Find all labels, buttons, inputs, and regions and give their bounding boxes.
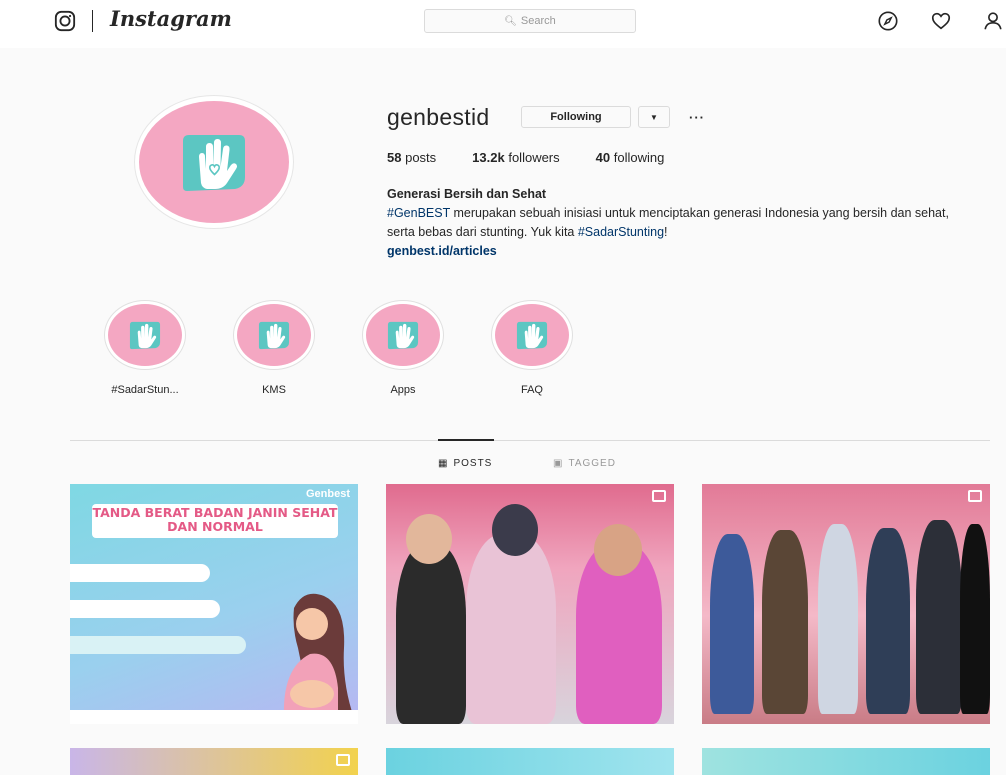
post-brand-label: Genbest — [305, 488, 350, 500]
bio-hashtag-genbest[interactable]: #GenBEST — [387, 206, 450, 220]
highlight-ring — [233, 300, 315, 370]
grid-icon: ▦ — [438, 458, 449, 469]
post-tile[interactable] — [386, 484, 674, 724]
post-title-text: TANDA BERAT BADAN JANIN SEHAT DAN NORMAL — [92, 505, 338, 534]
post-tile[interactable] — [386, 748, 674, 775]
tab-posts[interactable]: ▦ POSTS — [438, 458, 492, 469]
highlight-ring — [104, 300, 186, 370]
followers-label: followers — [508, 150, 560, 165]
profile-bio: Generasi Bersih dan Sehat #GenBEST merup… — [387, 185, 977, 261]
genbest-hand-logo-icon — [129, 321, 161, 350]
logo-divider — [92, 10, 93, 32]
compass-icon[interactable] — [877, 10, 899, 32]
suggested-accounts-dropdown-button[interactable]: ▼ — [638, 106, 670, 128]
genbest-hand-logo-icon — [387, 321, 419, 350]
heart-icon[interactable] — [930, 10, 952, 32]
highlight-label: KMS — [262, 384, 286, 396]
video-icon — [968, 490, 982, 502]
photo-figure — [916, 520, 962, 714]
more-options-button[interactable]: ··· — [684, 106, 710, 128]
tab-tagged[interactable]: ▣ TAGGED — [553, 458, 616, 469]
pregnant-woman-illustration — [283, 593, 354, 718]
video-icon — [652, 490, 666, 502]
highlight-cover — [237, 304, 311, 366]
info-banner — [70, 636, 246, 654]
bio-website-link[interactable]: genbest.id/articles — [387, 242, 977, 261]
highlight-cover — [108, 304, 182, 366]
highlight-label: FAQ — [520, 384, 543, 396]
post-tile[interactable] — [70, 748, 358, 775]
bio-hashtag-sadarstunting[interactable]: #SadarStunting — [578, 225, 664, 239]
search-icon: 🔍︎ — [504, 15, 517, 27]
search-placeholder: Search — [520, 15, 556, 27]
following-label: following — [613, 150, 665, 165]
active-tab-indicator — [438, 439, 494, 441]
post-tile[interactable] — [702, 748, 990, 775]
story-highlights: #SadarStun... KMS Apps FAQ — [104, 300, 573, 396]
photo-figure — [710, 534, 754, 714]
highlight-ring — [491, 300, 573, 370]
caret-down-icon: ▼ — [650, 112, 658, 122]
genbest-hand-logo-icon — [516, 321, 548, 350]
bio-text-end: ! — [664, 225, 668, 239]
genbest-hand-logo-icon — [183, 135, 245, 191]
highlight-sadarstunting[interactable]: #SadarStun... — [104, 300, 186, 396]
avatar-image — [139, 101, 289, 223]
person-icon[interactable] — [982, 10, 1004, 32]
photo-face — [492, 504, 538, 556]
instagram-logo[interactable]: Instagram — [110, 6, 232, 31]
info-banner — [70, 600, 220, 618]
highlight-faq[interactable]: FAQ — [491, 300, 573, 396]
highlight-apps[interactable]: Apps — [362, 300, 444, 396]
tagged-icon: ▣ — [553, 458, 564, 469]
bio-full-name: Generasi Bersih dan Sehat — [387, 187, 547, 201]
photo-face — [406, 514, 452, 564]
highlight-cover — [495, 304, 569, 366]
photo-face — [594, 524, 642, 576]
posts-count: 58 — [387, 150, 402, 165]
profile-username: genbestid — [387, 104, 490, 130]
tabs-divider — [70, 440, 990, 441]
photo-figure — [762, 530, 808, 714]
search-input[interactable]: 🔍︎ Search — [424, 9, 636, 33]
photo-figure — [818, 524, 858, 714]
posts-label: posts — [405, 150, 437, 165]
followers-stat[interactable]: 13.2k followers — [472, 150, 559, 165]
following-count: 40 — [595, 150, 611, 165]
profile-stats: 58 posts 13.2k followers 40 following — [387, 150, 664, 165]
genbest-hand-logo-icon — [258, 321, 290, 350]
post-footer-strip — [70, 710, 358, 724]
tab-posts-label: POSTS — [453, 458, 493, 469]
post-tile[interactable]: Genbest TANDA BERAT BADAN JANIN SEHAT DA… — [70, 484, 358, 724]
photo-figure — [396, 544, 466, 724]
photo-figure — [466, 534, 556, 724]
followers-count: 13.2k — [472, 150, 505, 165]
highlight-ring — [362, 300, 444, 370]
photo-figure — [866, 528, 910, 714]
posts-stat: 58 posts — [387, 150, 436, 165]
info-banner — [70, 564, 210, 582]
highlight-label: #SadarStun... — [111, 384, 179, 396]
following-button[interactable]: Following — [521, 106, 631, 128]
highlight-cover — [366, 304, 440, 366]
highlight-kms[interactable]: KMS — [233, 300, 315, 396]
top-navigation-bar: Instagram 🔍︎ Search — [0, 0, 1006, 48]
tab-tagged-label: TAGGED — [568, 458, 616, 469]
profile-avatar[interactable] — [134, 95, 294, 229]
instagram-camera-icon[interactable] — [54, 10, 76, 32]
following-stat[interactable]: 40 following — [596, 150, 665, 165]
post-tile[interactable] — [702, 484, 990, 724]
video-icon — [336, 754, 350, 766]
photo-figure — [960, 524, 990, 714]
highlight-label: Apps — [390, 384, 416, 396]
bio-text: merupakan sebuah inisiasi untuk mencipta… — [387, 206, 949, 239]
